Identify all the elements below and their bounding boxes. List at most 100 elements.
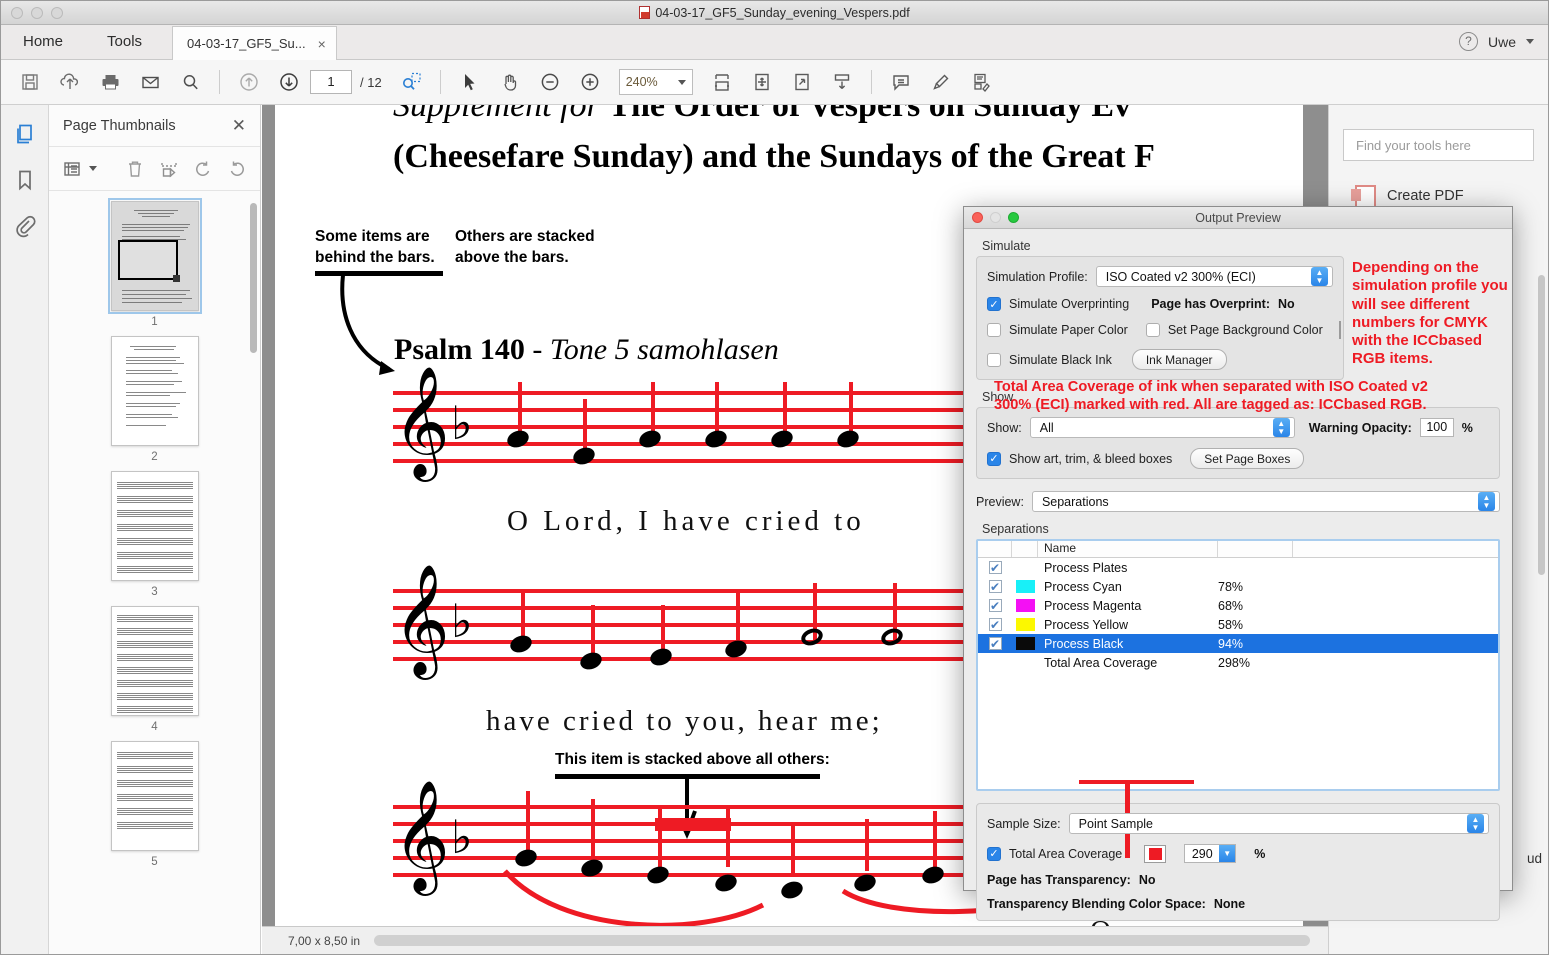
chevron-down-icon[interactable]: [1526, 39, 1534, 44]
chevron-down-icon: [677, 79, 686, 85]
preview-dropdown[interactable]: Separations ▲ ▼: [1031, 491, 1500, 512]
total-area-coverage-stepper[interactable]: 290 ▼: [1184, 844, 1237, 863]
separation-name: Process Black: [1044, 636, 1124, 651]
select-tool-icon[interactable]: [451, 64, 489, 100]
table-row[interactable]: Total Area Coverage 298%: [978, 653, 1498, 672]
page-number-input[interactable]: 1: [310, 70, 352, 94]
page-background-color-swatch[interactable]: [1338, 321, 1341, 339]
preview-label: Preview:: [976, 494, 1024, 509]
page-thumbnails-icon[interactable]: [10, 119, 40, 149]
next-page-icon[interactable]: [270, 64, 308, 100]
separations-table[interactable]: Name ✔ Process Plates ✔ Process Cyan 78%: [976, 379, 1500, 791]
total-area-coverage-color-swatch[interactable]: [1144, 844, 1167, 863]
highlight-icon[interactable]: [922, 64, 960, 100]
flat-symbol: ♭: [451, 810, 473, 864]
fill-sign-icon[interactable]: [962, 64, 1000, 100]
save-icon[interactable]: [11, 64, 49, 100]
close-icon[interactable]: ×: [318, 27, 326, 61]
thumbnail-page-3[interactable]: [110, 471, 199, 581]
thumbnails-header: Page Thumbnails ✕: [49, 105, 260, 147]
tools-search-input[interactable]: Find your tools here: [1343, 129, 1534, 161]
row-checkbox[interactable]: ✔: [988, 618, 1002, 631]
create-pdf-label: Create PDF: [1387, 188, 1464, 204]
simulation-profile-dropdown[interactable]: ISO Coated v2 300% (ECI) ▲ ▼: [1095, 266, 1333, 287]
show-groupbox: Show: All ▲ ▼ Warning Opacity: 100 % ✓ Sh…: [976, 407, 1500, 479]
thumbnail-page-5[interactable]: [110, 741, 199, 851]
row-checkbox[interactable]: ✔: [988, 637, 1002, 650]
hand-tool-icon[interactable]: [491, 64, 529, 100]
simulate-black-ink-checkbox[interactable]: [987, 352, 1001, 367]
print-icon[interactable]: [91, 64, 129, 100]
table-row[interactable]: ✔ Process Magenta 68%: [978, 596, 1498, 615]
window-title-group: 04-03-17_GF5_Sunday_evening_Vespers.pdf: [1, 6, 1548, 20]
comment-icon[interactable]: [882, 64, 920, 100]
fit-width-icon[interactable]: [703, 64, 741, 100]
thumbnail-page-2[interactable]: [110, 336, 199, 446]
delete-pages-icon[interactable]: [125, 159, 145, 179]
bottom-groupbox: Sample Size: Point Sample ▲ ▼ ✓ Total Are…: [976, 803, 1500, 921]
rotate-counterclockwise-icon[interactable]: [193, 159, 213, 179]
help-icon[interactable]: ?: [1458, 32, 1478, 51]
thumbnails-list[interactable]: 1 2 3 4 5: [49, 193, 260, 954]
thumbnails-scrollbar[interactable]: [250, 203, 257, 353]
table-row[interactable]: ✔ Process Cyan 78%: [978, 577, 1498, 596]
simulation-profile-row: Simulation Profile: ISO Coated v2 300% (…: [987, 266, 1333, 287]
list-item[interactable]: 3: [49, 471, 260, 598]
table-row[interactable]: ✔ Process Black 94%: [978, 634, 1498, 653]
row-checkbox[interactable]: ✔: [988, 561, 1002, 574]
menu-home[interactable]: Home: [1, 24, 85, 59]
email-icon[interactable]: [131, 64, 169, 100]
row-checkbox[interactable]: ✔: [988, 599, 1002, 612]
ink-manager-button[interactable]: Ink Manager: [1131, 349, 1227, 370]
horizontal-scrollbar[interactable]: [374, 935, 1310, 946]
bookmarks-icon[interactable]: [10, 165, 40, 195]
thumbnail-page-4[interactable]: [110, 606, 199, 716]
page-has-transparency-row: Page has Transparency: No: [987, 873, 1489, 887]
show-boxes-checkbox[interactable]: ✓: [987, 451, 1001, 466]
marquee-zoom-icon[interactable]: [392, 64, 430, 100]
upload-cloud-icon[interactable]: [51, 64, 89, 100]
window-title: 04-03-17_GF5_Sunday_evening_Vespers.pdf: [655, 5, 910, 20]
user-menu-label[interactable]: Uwe: [1488, 34, 1516, 50]
previous-page-icon[interactable]: [230, 64, 268, 100]
simulate-overprinting-checkbox[interactable]: ✓: [987, 297, 1001, 311]
list-item[interactable]: 5: [49, 741, 260, 868]
dialog-body: Depending on the simulation profile you …: [964, 229, 1512, 921]
attachments-icon[interactable]: [10, 211, 40, 241]
scroll-mode-icon[interactable]: [823, 64, 861, 100]
menu-tools[interactable]: Tools: [85, 24, 164, 59]
sample-size-dropdown[interactable]: Point Sample ▲ ▼: [1068, 813, 1489, 834]
simulate-paper-color-checkbox[interactable]: [987, 323, 1001, 337]
red-beam: [655, 818, 731, 831]
page-has-overprint-value: No: [1278, 297, 1295, 311]
thumbnail-number: 3: [151, 586, 158, 598]
close-icon[interactable]: ✕: [232, 116, 246, 136]
thumbnail-options-icon[interactable]: [63, 160, 97, 178]
search-icon[interactable]: [171, 64, 209, 100]
thumbnail-selection-box[interactable]: [117, 240, 180, 282]
zoom-out-icon[interactable]: [531, 64, 569, 100]
document-tab[interactable]: 04-03-17_GF5_Su... ×: [172, 26, 337, 60]
fullscreen-icon[interactable]: [783, 64, 821, 100]
list-item[interactable]: 1: [49, 198, 260, 328]
ink-swatch-cyan: [1015, 580, 1035, 593]
list-item[interactable]: 2: [49, 336, 260, 463]
output-preview-dialog[interactable]: Output Preview Depending on the simulati…: [963, 206, 1513, 921]
tools-scrollbar[interactable]: [1538, 275, 1545, 575]
fit-page-icon[interactable]: [743, 64, 781, 100]
zoom-in-icon[interactable]: [571, 64, 609, 100]
rotate-clockwise-icon[interactable]: [227, 159, 247, 179]
set-page-background-color-checkbox[interactable]: [1145, 323, 1160, 337]
total-area-coverage-checkbox[interactable]: ✓: [987, 846, 1001, 861]
show-dropdown[interactable]: All ▲ ▼: [1029, 417, 1295, 438]
chevron-down-icon[interactable]: ▼: [1219, 845, 1236, 862]
extract-pages-icon[interactable]: [159, 159, 179, 179]
warning-opacity-input[interactable]: 100: [1419, 418, 1454, 437]
list-item[interactable]: 4: [49, 606, 260, 733]
set-page-boxes-button[interactable]: Set Page Boxes: [1190, 448, 1305, 469]
table-row[interactable]: ✔ Process Plates: [978, 558, 1498, 577]
thumbnail-page-1[interactable]: [107, 198, 202, 314]
table-row[interactable]: ✔ Process Yellow 58%: [978, 615, 1498, 634]
zoom-level-dropdown[interactable]: 240%: [618, 69, 693, 95]
row-checkbox[interactable]: ✔: [988, 580, 1002, 593]
